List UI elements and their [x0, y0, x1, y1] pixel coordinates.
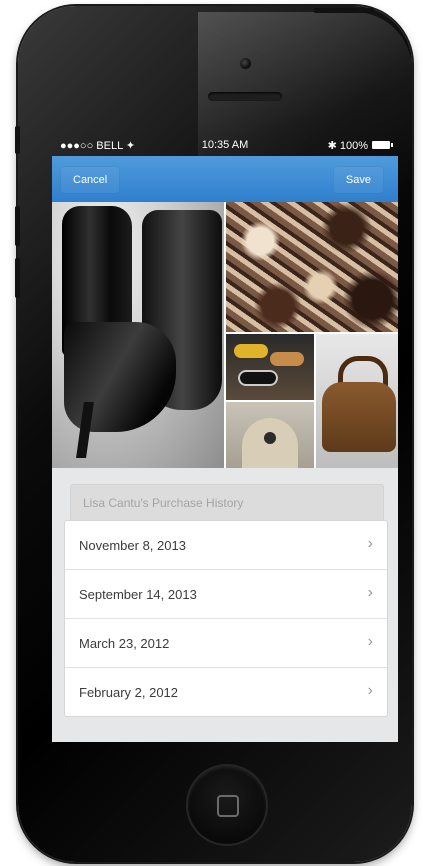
battery-percent: ✱ 100% — [327, 140, 368, 152]
purchase-date: November 8, 2013 — [79, 538, 186, 553]
app-screen: Cancel Save Lisa Cantu's Purchase Histor… — [52, 156, 398, 742]
bow-yellow-shape — [234, 344, 268, 358]
boots-image[interactable] — [52, 202, 224, 468]
chevron-right-icon: › — [367, 682, 373, 699]
front-camera-icon — [240, 58, 251, 69]
bow-black-shape — [238, 370, 278, 386]
list-item[interactable]: November 8, 2013 › — [65, 521, 387, 570]
list-item[interactable]: September 14, 2013 › — [65, 570, 387, 619]
chevron-right-icon: › — [367, 584, 373, 601]
power-button — [314, 8, 374, 13]
home-button-icon — [217, 795, 239, 817]
mute-switch — [15, 126, 20, 154]
silk-fabric-image[interactable] — [226, 202, 398, 332]
product-image-grid — [52, 202, 398, 468]
status-bar: ●●●○○ BELL ✦ 10:35 AM ✱ 100% — [52, 136, 398, 156]
bag-body-shape — [322, 382, 396, 452]
battery-icon — [372, 141, 393, 149]
boot-foot-shape — [64, 322, 176, 432]
purchase-history-header: Lisa Cantu's Purchase History — [70, 484, 384, 522]
purchase-date: September 14, 2013 — [79, 587, 197, 602]
volume-down-button — [15, 258, 20, 298]
cancel-button[interactable]: Cancel — [60, 166, 121, 194]
coat-buckle-shape — [264, 432, 276, 444]
nav-bar: Cancel Save — [52, 156, 398, 202]
earpiece-speaker — [208, 92, 282, 101]
chevron-right-icon: › — [367, 535, 373, 552]
save-button[interactable]: Save — [332, 166, 384, 194]
trench-coat-image[interactable] — [226, 402, 314, 468]
bow-brown-shape — [270, 352, 304, 366]
list-item[interactable]: March 23, 2012 › — [65, 619, 387, 668]
purchase-history-title: Lisa Cantu's Purchase History — [83, 496, 244, 510]
purchase-date: March 23, 2012 — [79, 636, 170, 651]
bow-ties-image[interactable] — [226, 334, 314, 400]
volume-up-button — [15, 206, 20, 246]
list-item[interactable]: February 2, 2012 › — [65, 668, 387, 716]
chevron-right-icon: › — [367, 633, 373, 650]
purchase-date: February 2, 2012 — [79, 685, 179, 700]
leather-bag-image[interactable] — [316, 334, 398, 468]
home-button[interactable] — [188, 766, 266, 844]
purchase-history-list: November 8, 2013 › September 14, 2013 › … — [64, 520, 388, 717]
